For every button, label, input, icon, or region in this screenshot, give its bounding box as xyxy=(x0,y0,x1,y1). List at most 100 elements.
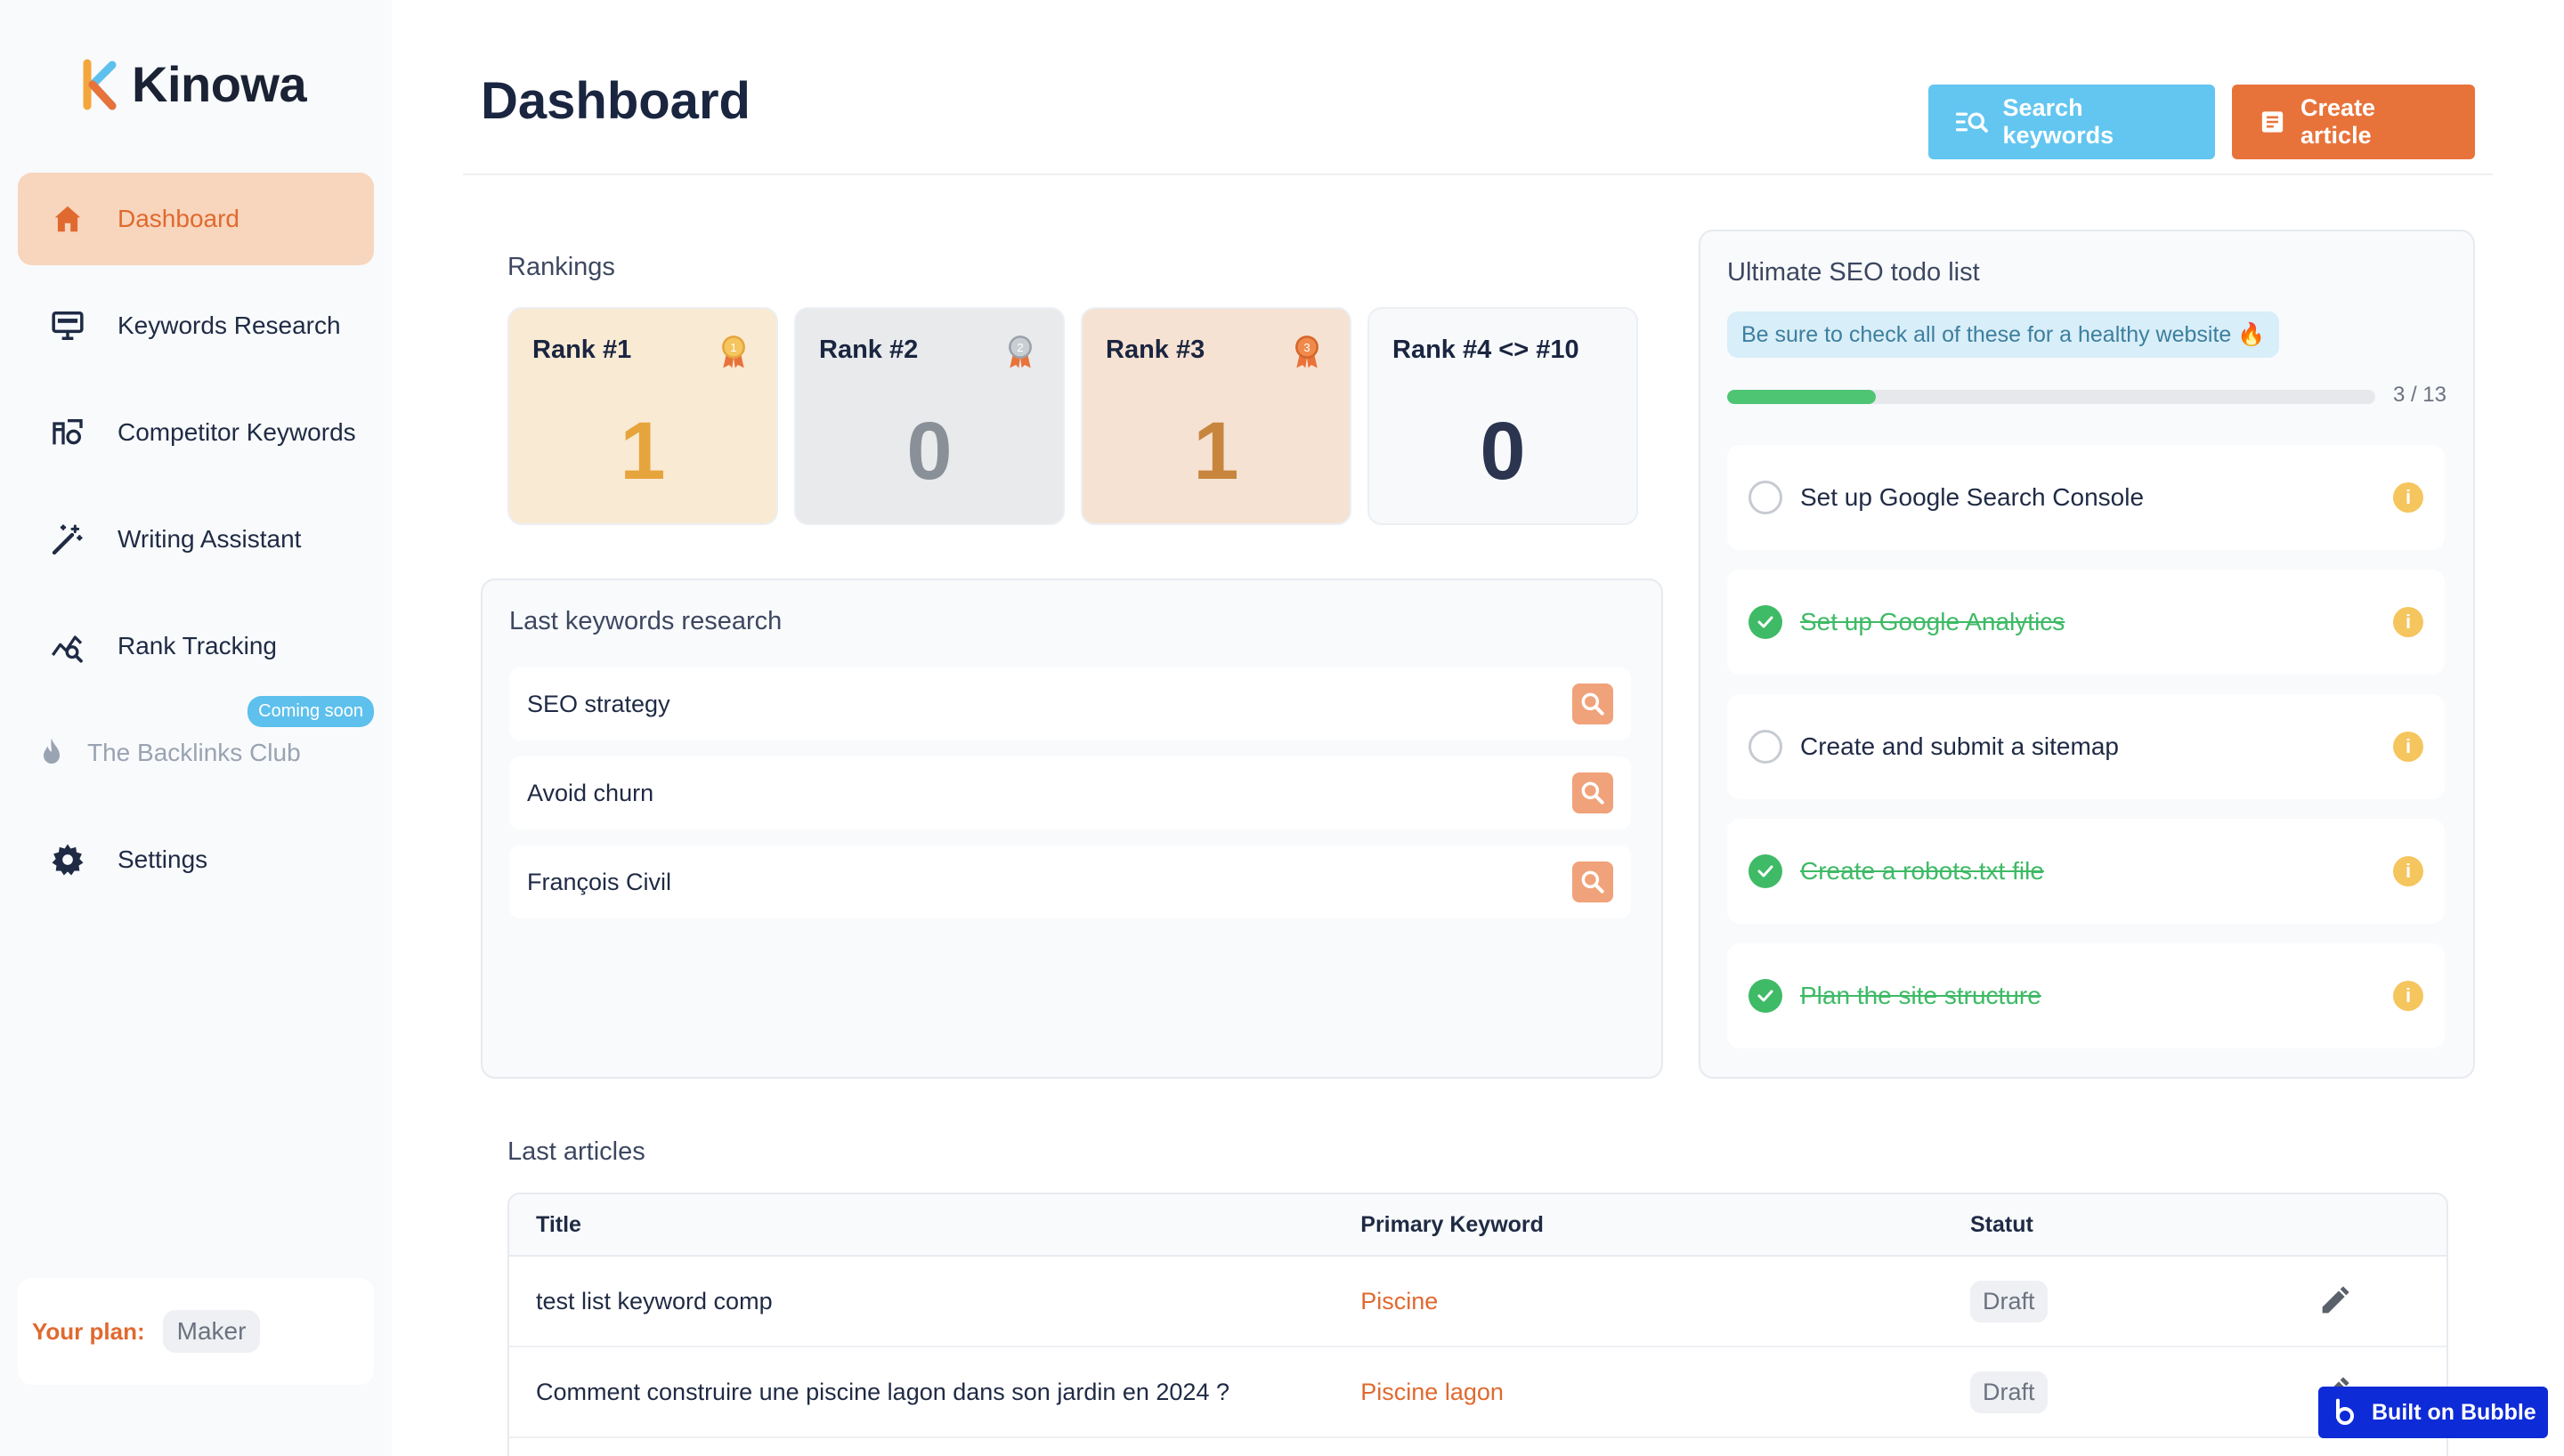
rank-card-3: Rank #3 3 1 xyxy=(1081,307,1351,525)
info-icon[interactable]: i xyxy=(2393,732,2423,762)
rank-card-title: Rank #2 xyxy=(819,336,919,364)
article-title[interactable]: Comment construire une piscine lagon dan… xyxy=(509,1379,1360,1406)
monitor-icon xyxy=(50,308,85,344)
sidebar-item-label: Keywords Research xyxy=(118,311,341,339)
pencil-icon[interactable] xyxy=(2317,1283,2352,1319)
article-keyword[interactable]: Piscine lagon xyxy=(1360,1379,1970,1406)
rank-card-1: Rank #1 1 1 xyxy=(507,307,778,525)
checkbox-unchecked-icon[interactable] xyxy=(1749,730,1782,764)
column-header-title[interactable]: Title xyxy=(509,1212,1360,1238)
seo-todo-title: Ultimate SEO todo list xyxy=(1727,258,1980,287)
rankings-label: Rankings xyxy=(507,253,615,281)
checkbox-unchecked-icon[interactable] xyxy=(1749,481,1782,514)
plan-badge: Maker xyxy=(162,1310,261,1353)
rank-card-title: Rank #1 xyxy=(532,336,632,364)
page-title: Dashboard xyxy=(481,72,751,130)
sidebar-item-backlinks-club: The Backlinks Club Coming soon xyxy=(18,696,374,799)
coming-soon-badge: Coming soon xyxy=(247,696,374,727)
article-status: Draft xyxy=(1970,1280,2317,1323)
info-icon[interactable]: i xyxy=(2393,607,2423,637)
sidebar-item-rank-tracking[interactable]: Rank Tracking xyxy=(18,600,374,692)
svg-text:1: 1 xyxy=(730,341,736,354)
app-logo[interactable]: Kinowa xyxy=(78,55,307,113)
checkbox-checked-icon[interactable] xyxy=(1749,979,1782,1013)
todo-item-label: Create and submit a sitemap xyxy=(1800,732,2119,760)
article-actions xyxy=(2317,1283,2446,1319)
rank-card-2: Rank #2 2 0 xyxy=(794,307,1065,525)
todo-item[interactable]: Create a robots.txt file i xyxy=(1727,819,2445,924)
table-header: Title Primary Keyword Statut xyxy=(509,1194,2446,1257)
last-articles-label: Last articles xyxy=(507,1137,645,1166)
checkbox-checked-icon[interactable] xyxy=(1749,605,1782,639)
checkbox-checked-icon[interactable] xyxy=(1749,854,1782,888)
keyword-research-item[interactable]: SEO strategy xyxy=(509,667,1631,740)
seo-todo-progress-text: 3 / 13 xyxy=(2392,383,2446,407)
keyword-label: SEO strategy xyxy=(527,690,670,717)
sidebar-item-dashboard[interactable]: Dashboard xyxy=(18,173,374,265)
silver-medal-icon: 2 xyxy=(1009,336,1032,368)
info-icon[interactable]: i xyxy=(2393,482,2423,513)
sidebar-item-settings[interactable]: Settings xyxy=(18,813,374,906)
keyword-research-item[interactable]: Avoid churn xyxy=(509,756,1631,829)
sidebar-item-label: Competitor Keywords xyxy=(118,418,356,446)
todo-item[interactable]: Set up Google Analytics i xyxy=(1727,570,2445,675)
bronze-medal-icon: 3 xyxy=(1295,336,1319,368)
todo-item-label: Create a robots.txt file xyxy=(1800,857,2044,885)
gear-icon xyxy=(50,842,85,878)
rank-card-value: 1 xyxy=(620,406,666,497)
create-article-label: Create article xyxy=(2300,94,2376,149)
sidebar-item-writing-assistant[interactable]: Writing Assistant xyxy=(18,493,374,586)
rank-card-value: 1 xyxy=(1193,406,1239,497)
search-icon[interactable] xyxy=(1572,684,1613,724)
create-article-button[interactable]: Create article xyxy=(2232,85,2475,159)
svg-text:3: 3 xyxy=(1303,341,1310,354)
keyword-research-item[interactable]: François Civil xyxy=(509,845,1631,918)
status-badge: Draft xyxy=(1970,1371,2048,1413)
rank-card-title: Rank #3 xyxy=(1106,336,1205,364)
article-title[interactable]: test list keyword comp xyxy=(509,1288,1360,1315)
keyword-label: Avoid churn xyxy=(527,779,654,806)
seo-todo-progress xyxy=(1727,390,2375,404)
home-icon xyxy=(50,201,85,237)
seo-todo-tip: Be sure to check all of these for a heal… xyxy=(1727,311,2280,358)
header-divider xyxy=(463,174,2493,175)
todo-item[interactable]: Create and submit a sitemap i xyxy=(1727,694,2445,799)
sidebar-item-label: Writing Assistant xyxy=(118,525,302,553)
table-row[interactable]: test list keyword comp Piscine Draft xyxy=(509,1257,2446,1347)
search-icon[interactable] xyxy=(1572,772,1613,813)
chart-search-icon xyxy=(50,628,85,664)
built-on-bubble-badge[interactable]: Built on Bubble xyxy=(2318,1387,2548,1438)
keywords-research-panel: Last keywords research SEO strategy Avoi… xyxy=(481,578,1663,1079)
todo-item[interactable]: Set up Google Search Console i xyxy=(1727,445,2445,550)
table-row[interactable]: Comment construire une piscine lagon dan… xyxy=(509,1347,2446,1438)
info-icon[interactable]: i xyxy=(2393,856,2423,886)
article-status: Draft xyxy=(1970,1371,2317,1413)
svg-text:2: 2 xyxy=(1017,341,1023,354)
search-keywords-button[interactable]: Search keywords xyxy=(1928,85,2215,159)
sidebar-item-keywords-research[interactable]: Keywords Research xyxy=(18,279,374,372)
articles-table: Title Primary Keyword Statut test list k… xyxy=(507,1193,2448,1456)
column-header-keyword[interactable]: Primary Keyword xyxy=(1360,1212,1970,1238)
flame-icon xyxy=(34,735,69,771)
rank-card-value: 0 xyxy=(906,406,953,497)
article-keyword[interactable]: Piscine xyxy=(1360,1288,1970,1315)
todo-item-label: Set up Google Analytics xyxy=(1800,608,2065,635)
seo-todo-panel: Ultimate SEO todo list Be sure to check … xyxy=(1699,230,2475,1079)
sidebar: Kinowa Dashboard Keywords Research Compe… xyxy=(0,0,392,1456)
plan-card: Your plan: Maker xyxy=(18,1278,374,1385)
todo-item[interactable]: Plan the site structure i xyxy=(1727,943,2445,1048)
search-icon[interactable] xyxy=(1572,861,1613,902)
sidebar-item-label: Dashboard xyxy=(118,205,239,232)
kinowa-logo-icon xyxy=(83,59,117,109)
info-icon[interactable]: i xyxy=(2393,981,2423,1011)
keywords-research-title: Last keywords research xyxy=(509,607,783,635)
rank-card-4-10: Rank #4 <> #10 0 xyxy=(1367,307,1638,525)
sidebar-item-competitor-keywords[interactable]: Competitor Keywords xyxy=(18,386,374,479)
status-badge: Draft xyxy=(1970,1280,2048,1323)
bubble-logo-icon xyxy=(2336,1398,2354,1425)
built-on-bubble-label: Built on Bubble xyxy=(2372,1399,2536,1425)
column-header-status[interactable]: Statut xyxy=(1970,1212,2317,1238)
sidebar-item-label: Settings xyxy=(118,845,208,873)
sidebar-item-label: Rank Tracking xyxy=(118,632,277,659)
search-list-icon xyxy=(1955,112,1988,133)
